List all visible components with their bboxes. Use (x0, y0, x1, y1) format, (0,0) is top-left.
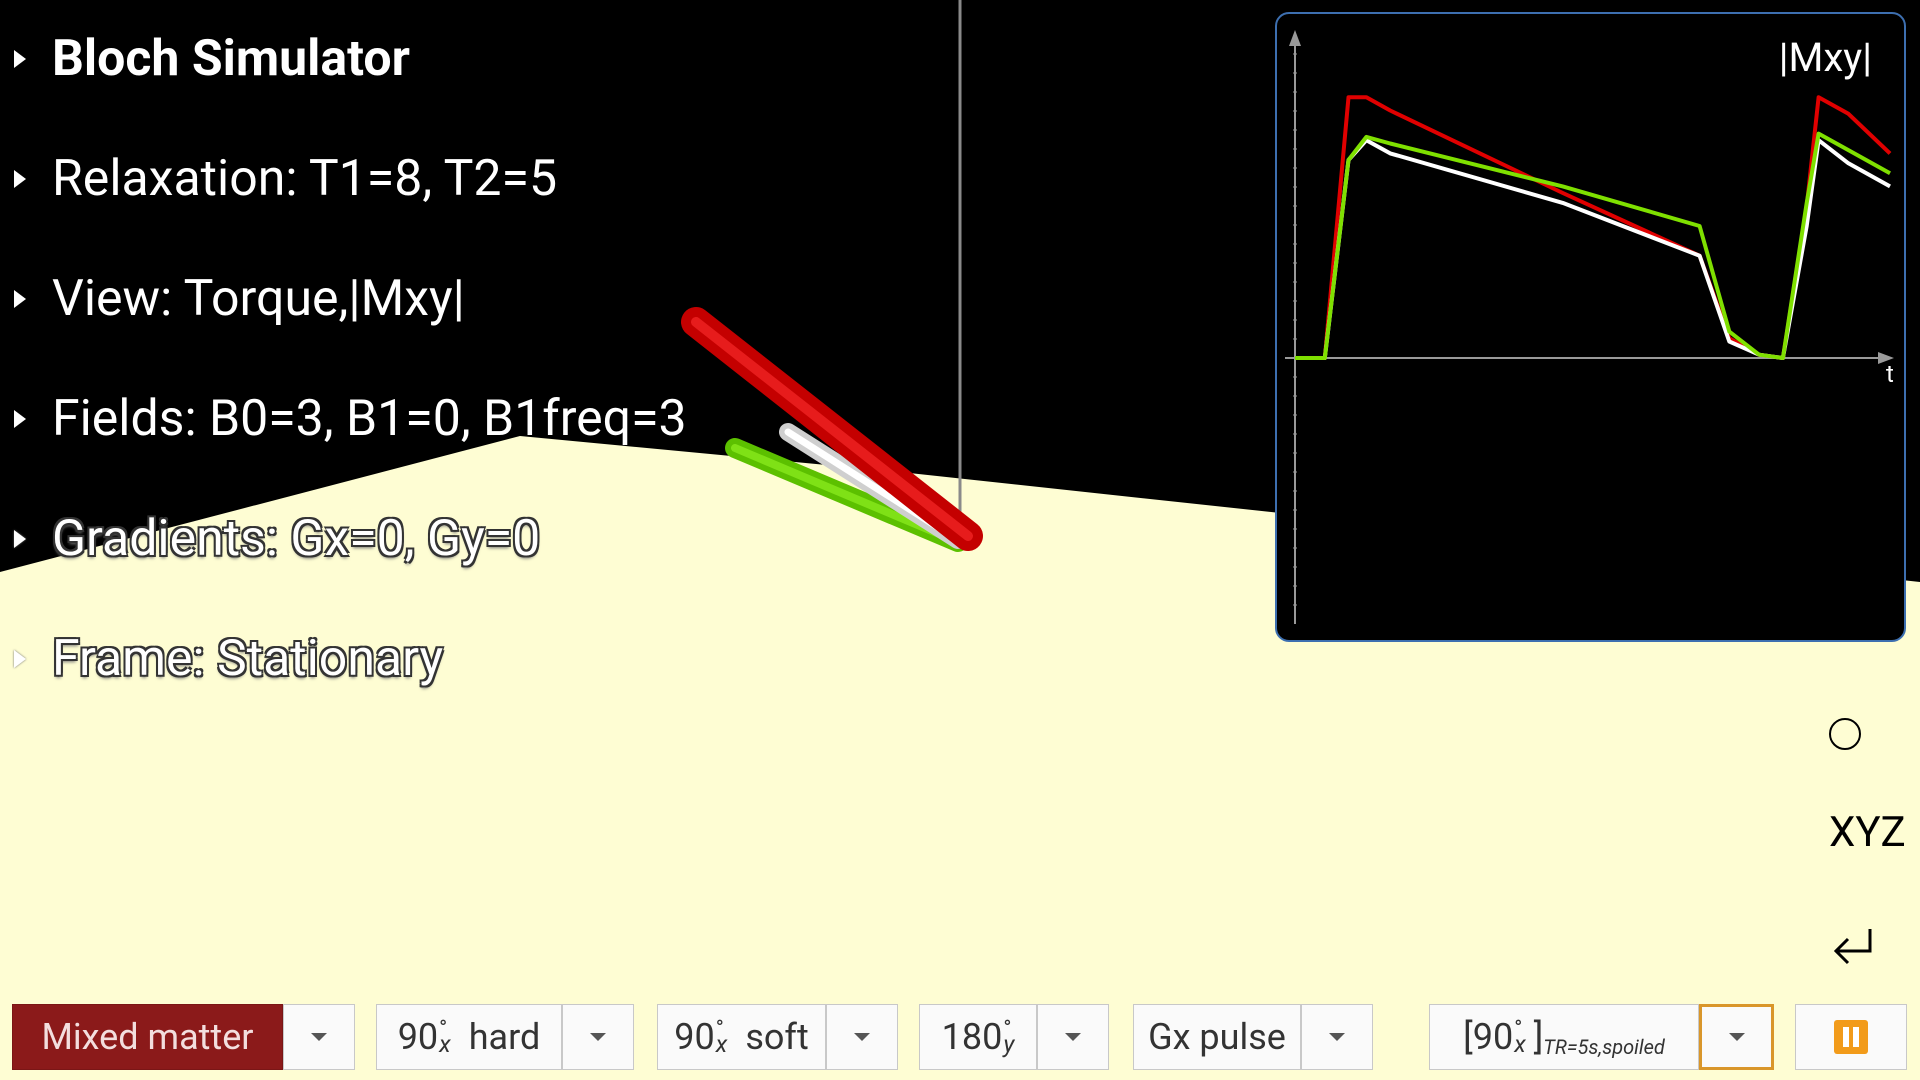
expand-triangle-icon (14, 650, 26, 668)
menu-item-gradients[interactable]: Gradients: Gx=0, Gy=0 (14, 510, 540, 568)
expand-triangle-icon (14, 50, 26, 68)
menu-label: Gradients: Gx=0, Gy=0 (52, 510, 541, 568)
matter-dropdown-button[interactable] (283, 1004, 355, 1070)
button-label: Gx pulse (1148, 1016, 1286, 1058)
button-label: hard (468, 1016, 541, 1058)
mxy-plot-panel[interactable]: |Mxy| t (1275, 12, 1906, 642)
sequence-subscript: TR=5s,spoiled (1543, 1035, 1665, 1059)
soft-pulse-dropdown-button[interactable] (826, 1004, 898, 1070)
pulse-angle: 90 (674, 1016, 715, 1058)
sequence-open: [90 (1463, 1016, 1514, 1058)
menu-label: Relaxation: T1=8, T2=5 (52, 150, 558, 208)
menu-item-fields[interactable]: Fields: B0=3, B1=0, B1freq=3 (14, 390, 687, 448)
gradient-selector: Gx pulse (1133, 1004, 1373, 1070)
plot-title: |Mxy| (1778, 34, 1872, 81)
matter-selector: Mixed matter (12, 1004, 355, 1070)
sequence-dropdown-button[interactable] (1699, 1004, 1774, 1070)
pulse-axis: ° x (439, 1016, 451, 1059)
mixed-matter-button[interactable]: Mixed matter (12, 1004, 283, 1070)
expand-triangle-icon (14, 290, 26, 308)
x-axis-label: t (1886, 360, 1894, 388)
menu-label: Bloch Simulator (52, 30, 410, 88)
menu-item-relaxation[interactable]: Relaxation: T1=8, T2=5 (14, 150, 557, 208)
expand-triangle-icon (14, 170, 26, 188)
return-icon[interactable] (1830, 925, 1880, 975)
soft-pulse-selector: 90 ° x soft (657, 1004, 898, 1070)
chevron-down-icon (1329, 1033, 1345, 1041)
menu-label: View: Torque,|Mxy| (52, 270, 465, 328)
button-label: soft (745, 1016, 809, 1058)
mxy-plot (1285, 30, 1894, 624)
y-axis-arrow-icon (1289, 30, 1301, 46)
menu-item-view[interactable]: View: Torque,|Mxy| (14, 270, 465, 328)
circle-icon[interactable] (1829, 718, 1861, 750)
chevron-down-icon (311, 1033, 327, 1041)
pause-button[interactable] (1795, 1004, 1907, 1070)
chevron-down-icon (1728, 1033, 1745, 1041)
inversion-selector: 180 ° y (919, 1004, 1109, 1070)
hard-pulse-selector: 90 ° x hard (376, 1004, 634, 1070)
hard-pulse-button[interactable]: 90 ° x hard (376, 1004, 562, 1070)
hard-pulse-dropdown-button[interactable] (562, 1004, 634, 1070)
inversion-dropdown-button[interactable] (1037, 1004, 1109, 1070)
menu-label: Frame: Stationary (52, 630, 444, 688)
expand-triangle-icon (14, 530, 26, 548)
pulse-axis: ° x (1514, 1016, 1526, 1059)
xyz-button[interactable]: XYZ (1829, 808, 1906, 857)
sequence-selector: [90 ° x ] TR=5s,spoiled (1429, 1004, 1774, 1070)
sequence-close: ] (1533, 1016, 1544, 1058)
chevron-down-icon (1065, 1033, 1081, 1041)
chevron-down-icon (590, 1033, 606, 1041)
inversion-pulse-button[interactable]: 180 ° y (919, 1004, 1037, 1070)
expand-triangle-icon (14, 410, 26, 428)
menu-item-frame[interactable]: Frame: Stationary (14, 630, 443, 688)
pulse-angle: 180 (941, 1016, 1003, 1058)
menu-item-title[interactable]: Bloch Simulator (14, 30, 410, 88)
gradient-dropdown-button[interactable] (1301, 1004, 1373, 1070)
chevron-down-icon (854, 1033, 870, 1041)
pulse-axis: ° x (715, 1016, 728, 1059)
sequence-button[interactable]: [90 ° x ] TR=5s,spoiled (1429, 1004, 1699, 1070)
pulse-angle: 90 (397, 1016, 439, 1058)
pulse-axis: ° y (1003, 1016, 1015, 1059)
button-label: Mixed matter (41, 1016, 254, 1058)
series-line-0 (1295, 95, 1892, 360)
menu-label: Fields: B0=3, B1=0, B1freq=3 (52, 390, 687, 448)
series-line-2 (1295, 131, 1891, 360)
gx-pulse-button[interactable]: Gx pulse (1133, 1004, 1301, 1070)
pause-icon (1834, 1020, 1868, 1054)
soft-pulse-button[interactable]: 90 ° x soft (657, 1004, 826, 1070)
